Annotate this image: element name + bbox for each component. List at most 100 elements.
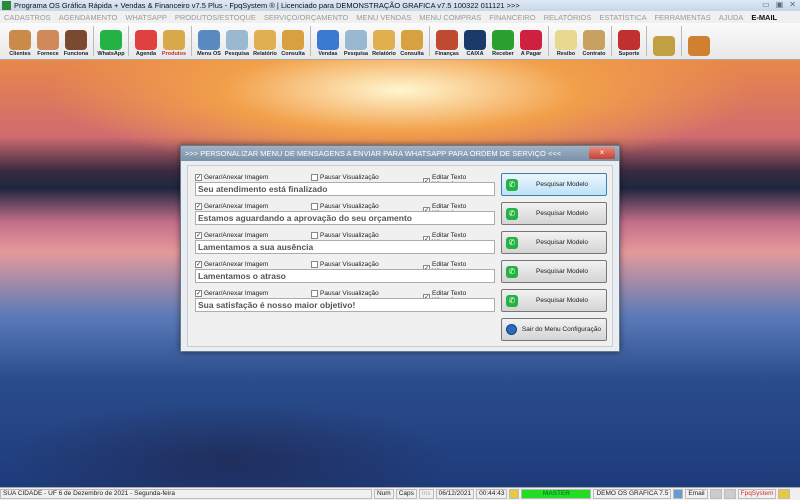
button-label: Pesquisar Modelo [535,181,589,188]
toolbar-button[interactable]: Suporte [615,23,643,59]
toolbar-label: Vendas [318,51,338,57]
menu-item[interactable]: RELATÓRIOS [544,13,592,22]
pausar-visualizacao-checkbox[interactable]: Pausar Visualização [311,290,379,297]
toolbar-button[interactable]: WhatsApp [97,23,125,59]
button-label: Pesquisar Modelo [535,239,589,246]
receipt-icon [555,30,577,50]
user-icon [509,489,520,499]
pesquisar-modelo-button[interactable]: ✆ Pesquisar Modelo [501,231,607,254]
supplier-icon [37,30,59,50]
checkbox-box[interactable] [311,261,318,268]
toolbar-button[interactable]: Funciona [62,23,90,59]
status-date: 06/12/2021 [435,489,475,499]
toolbar-button[interactable]: Resibo [552,23,580,59]
toolbar-label: Consulta [281,51,305,57]
checkbox-box[interactable]: ✓ [195,290,202,297]
toolbar-label: Contrato [582,51,606,57]
folder-icon [282,30,304,50]
menu-item[interactable]: WHATSAPP [125,13,167,22]
toolbar-button[interactable]: Consulta [398,23,426,59]
toolbar-button[interactable]: Pesquisa [223,23,251,59]
pesquisar-modelo-button[interactable]: ✆ Pesquisar Modelo [501,260,607,283]
toolbar-button[interactable]: Relatório [251,23,279,59]
finance-chart-icon [436,30,458,50]
gerar-imagem-checkbox[interactable]: ✓ Gerar/Anexar Imagem [195,261,268,268]
toolbar-button[interactable]: Contrato [580,23,608,59]
pausar-visualizacao-checkbox[interactable]: Pausar Visualização [311,203,379,210]
printer-icon [373,30,395,50]
close-button[interactable]: ✕ [789,0,796,9]
gerar-imagem-checkbox[interactable]: ✓ Gerar/Anexar Imagem [195,232,268,239]
toolbar-button[interactable]: CAIXA [461,23,489,59]
pesquisar-modelo-button[interactable]: ✆ Pesquisar Modelo [501,173,607,196]
message-input[interactable]: Lamentamos o atraso [195,269,495,283]
menu-item-email[interactable]: E-MAIL [751,13,777,22]
pesquisar-modelo-button[interactable]: ✆ Pesquisar Modelo [501,202,607,225]
message-input[interactable]: Seu atendimento está finalizado [195,182,495,196]
toolbar-separator [611,26,612,56]
status-email[interactable]: Email [685,489,708,499]
menu-item[interactable]: CADASTROS [4,13,51,22]
menu-item[interactable]: FERRAMENTAS [655,13,711,22]
whatsapp-icon: ✆ [506,265,518,278]
checkbox-box[interactable]: ✓ [195,261,202,268]
menu-bar: CADASTROS AGENDAMENTO WHATSAPP PRODUTOS/EST… [0,11,800,23]
checkbox-label: Pausar Visualização [320,174,379,181]
toolbar-button[interactable]: Relatório [370,23,398,59]
toolbar-button[interactable]: Clientes [6,23,34,59]
menu-item[interactable]: SERVIÇO/ORÇAMENTO [264,13,348,22]
checkbox-box[interactable]: ✓ [195,203,202,210]
checkbox-box[interactable] [311,203,318,210]
menu-item[interactable]: MENU COMPRAS [419,13,481,22]
gerar-imagem-checkbox[interactable]: ✓ Gerar/Anexar Imagem [195,174,268,181]
toolbar-button[interactable] [685,23,713,59]
menu-item[interactable]: MENU VENDAS [356,13,411,22]
toolbar-button[interactable] [650,23,678,59]
pausar-visualizacao-checkbox[interactable]: Pausar Visualização [311,174,379,181]
toolbar-button[interactable]: Finanças [433,23,461,59]
checkbox-box[interactable] [311,232,318,239]
message-input[interactable]: Lamentamos a sua ausência [195,240,495,254]
toolbar-button[interactable]: Receber [489,23,517,59]
checkbox-box[interactable]: ✓ [195,174,202,181]
minimize-button[interactable]: ▭ [762,0,770,9]
toolbar-button[interactable]: Produtos [160,23,188,59]
button-label: Pesquisar Modelo [535,210,589,217]
checkbox-label: Pausar Visualização [320,261,379,268]
toolbar-separator [93,26,94,56]
receive-money-icon [492,30,514,50]
toolbar-button[interactable]: A Pagar [517,23,545,59]
gerar-imagem-checkbox[interactable]: ✓ Gerar/Anexar Imagem [195,203,268,210]
menu-item[interactable]: PRODUTOS/ESTOQUE [175,13,256,22]
dialog-close-button[interactable]: × [589,147,615,159]
message-input[interactable]: Sua satisfação é nosso maior objetivo! [195,298,495,312]
tool-icon[interactable] [709,489,722,499]
checkbox-box[interactable] [311,174,318,181]
message-input[interactable]: Estamos aguardando a aprovação do seu or… [195,211,495,225]
gerar-imagem-checkbox[interactable]: ✓ Gerar/Anexar Imagem [195,290,268,297]
checkbox-box[interactable]: ✓ [195,232,202,239]
toolbar-separator [128,26,129,56]
checkbox-label: Gerar/Anexar Imagem [204,261,269,268]
pausar-visualizacao-checkbox[interactable]: Pausar Visualização [311,232,379,239]
menu-item[interactable]: ESTATÍSTICA [599,13,646,22]
pesquisar-modelo-button[interactable]: ✆ Pesquisar Modelo [501,289,607,312]
computer-icon[interactable] [723,489,736,499]
toolbar-label: Menu OS [197,51,221,57]
toolbar-button[interactable]: Vendas [314,23,342,59]
menu-item[interactable]: AGENDAMENTO [59,13,118,22]
toolbar-button[interactable]: Consulta [279,23,307,59]
maximize-button[interactable]: ▣ [776,0,784,9]
toolbar-separator [548,26,549,56]
menu-item[interactable]: AJUDA [719,13,744,22]
pausar-visualizacao-checkbox[interactable]: Pausar Visualização [311,261,379,268]
checkbox-label: Pausar Visualização [320,203,379,210]
toolbar-button[interactable]: Agenda [132,23,160,59]
toolbar-button[interactable]: Menu OS [195,23,223,59]
checkbox-label: Gerar/Anexar Imagem [204,232,269,239]
toolbar-button[interactable]: Pesquisa [342,23,370,59]
toolbar-button[interactable]: Fornece [34,23,62,59]
exit-config-button[interactable]: Sair do Menu Configuração [501,318,607,341]
menu-item[interactable]: FINANCEIRO [489,13,535,22]
checkbox-box[interactable] [311,290,318,297]
